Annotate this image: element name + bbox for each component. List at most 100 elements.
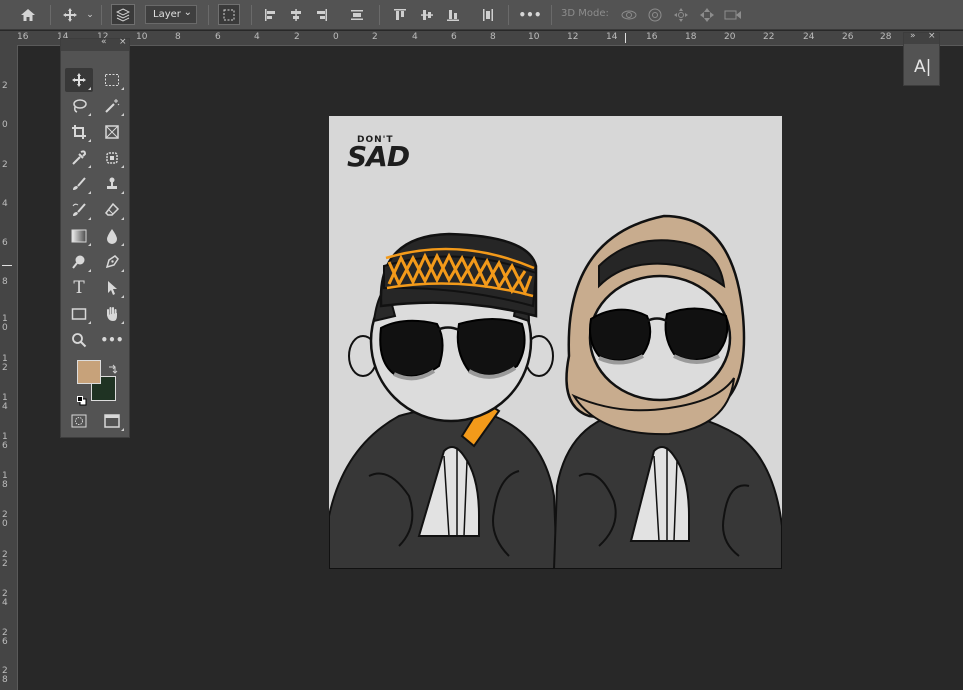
collapse-icon[interactable]: « [101, 37, 107, 47]
ruler-label: 2 [372, 32, 378, 42]
chevron-down-icon: ⌄ [183, 7, 192, 18]
blur-drop-icon[interactable] [98, 224, 126, 248]
ruler-cursor-marker [625, 33, 626, 43]
ruler-label: 1 0 [2, 314, 8, 333]
close-icon[interactable]: × [928, 31, 936, 41]
foreground-color-swatch[interactable] [77, 360, 101, 384]
ruler-label: 18 [685, 32, 697, 42]
ruler-label: 8 [490, 32, 496, 42]
healing-brush-icon[interactable] [98, 146, 126, 170]
ruler-label: 4 [2, 199, 8, 209]
distribute-icon[interactable] [348, 4, 366, 25]
ruler-label: 1 4 [2, 393, 8, 412]
close-icon[interactable]: × [119, 37, 127, 47]
ruler-label: 4 [412, 32, 418, 42]
pen-icon[interactable] [98, 250, 126, 274]
character-panel-button[interactable]: A| [914, 57, 931, 77]
ruler-label: 2 [294, 32, 300, 42]
ruler-label: 26 [842, 32, 854, 42]
3d-mode-label: 3D Mode: [561, 8, 609, 19]
swap-colors-icon[interactable] [108, 359, 118, 378]
ruler-cursor-marker [2, 265, 12, 266]
screen-mode-icon[interactable] [98, 409, 126, 433]
eyedropper-icon[interactable] [65, 146, 93, 170]
zoom-icon[interactable] [65, 328, 93, 352]
woman-glasses-right [664, 307, 729, 361]
vertical-ruler: 2 0 2 4 6 8 1 0 1 2 1 4 1 6 1 8 2 0 2 2 … [0, 45, 18, 690]
orbit-3d-icon[interactable] [618, 4, 640, 25]
frame-icon[interactable] [98, 120, 126, 144]
document-canvas[interactable]: DON'T SAD [329, 116, 782, 569]
pan-3d-icon[interactable] [671, 4, 691, 25]
layer-select[interactable]: Layer ⌄ [145, 5, 197, 24]
align-bottom-icon[interactable] [444, 4, 462, 25]
expand-icon[interactable]: » [910, 31, 916, 41]
ruler-label: 2 8 [2, 666, 8, 685]
distribute-vertical-icon[interactable] [479, 4, 497, 25]
ruler-label: 2 6 [2, 628, 8, 647]
man-glasses-right [456, 318, 526, 376]
ruler-label: 1 8 [2, 471, 8, 490]
couple-illustration [329, 214, 782, 569]
more-tools-icon[interactable]: ••• [98, 328, 126, 352]
align-hcenter-icon[interactable] [287, 4, 305, 25]
ruler-label: 2 2 [2, 550, 8, 569]
ruler-label: 16 [18, 32, 29, 42]
chevron-down-icon[interactable]: ⌄ [84, 4, 96, 25]
hand-icon[interactable] [98, 302, 126, 326]
man-glasses-left [379, 319, 444, 378]
ruler-label: 6 [2, 238, 8, 248]
ruler-label: 28 [880, 32, 892, 42]
type-icon[interactable]: T [65, 276, 93, 300]
align-right-icon[interactable] [312, 4, 330, 25]
horizontal-ruler: 16 14 12 10 8 6 4 2 0 2 4 6 8 10 12 14 1… [18, 31, 963, 46]
ruler-label: 24 [803, 32, 815, 42]
move-icon[interactable] [58, 4, 82, 25]
ruler-label: 10 [528, 32, 540, 42]
align-left-icon[interactable] [262, 4, 280, 25]
ruler-corner [0, 31, 18, 45]
align-vcenter-icon[interactable] [418, 4, 436, 25]
character-panel-header[interactable]: » × [904, 31, 939, 44]
brush-icon[interactable] [65, 172, 93, 196]
default-colors-icon[interactable] [77, 391, 87, 410]
ruler-label: 12 [567, 32, 579, 42]
rectangle-icon[interactable] [65, 302, 93, 326]
ruler-label: 6 [451, 32, 457, 42]
ruler-label: 2 0 [2, 510, 8, 529]
dodge-icon[interactable] [65, 250, 93, 274]
ruler-label: 16 [646, 32, 658, 42]
roll-3d-icon[interactable] [645, 4, 665, 25]
eraser-icon[interactable] [98, 198, 126, 222]
more-icon[interactable]: ••• [518, 4, 542, 25]
lasso-icon[interactable] [65, 94, 93, 118]
path-select-icon[interactable] [98, 276, 126, 300]
ruler-label: 14 [606, 32, 618, 42]
options-bar: ⌄ Layer ⌄ ••• 3D Mode: [0, 0, 963, 30]
ruler-label: 4 [254, 32, 260, 42]
ruler-label: 0 [2, 120, 8, 130]
history-brush-icon[interactable] [65, 198, 93, 222]
auto-select-icon[interactable] [111, 4, 135, 25]
crop-icon[interactable] [65, 120, 93, 144]
ruler-label: 2 [2, 81, 8, 91]
ruler-label: 6 [215, 32, 221, 42]
character-panel: » × A| [903, 31, 940, 86]
transform-controls-icon[interactable] [218, 4, 240, 25]
tools-panel-header[interactable]: « × [61, 37, 129, 51]
move-tool-icon[interactable] [65, 68, 93, 92]
tools-panel: « × T ••• [60, 37, 130, 438]
gradient-icon[interactable] [65, 224, 93, 248]
clone-stamp-icon[interactable] [98, 172, 126, 196]
ruler-label: 1 6 [2, 432, 8, 451]
slide-3d-icon[interactable] [697, 4, 717, 25]
align-top-icon[interactable] [391, 4, 409, 25]
woman-glasses-left [589, 308, 652, 362]
quick-mask-icon[interactable] [65, 409, 93, 433]
home-icon[interactable] [17, 4, 39, 25]
ruler-label: 1 2 [2, 354, 8, 373]
layer-select-value: Layer [153, 9, 181, 20]
video-camera-icon[interactable] [722, 4, 744, 25]
magic-wand-icon[interactable] [98, 94, 126, 118]
rect-marquee-icon[interactable] [98, 68, 126, 92]
